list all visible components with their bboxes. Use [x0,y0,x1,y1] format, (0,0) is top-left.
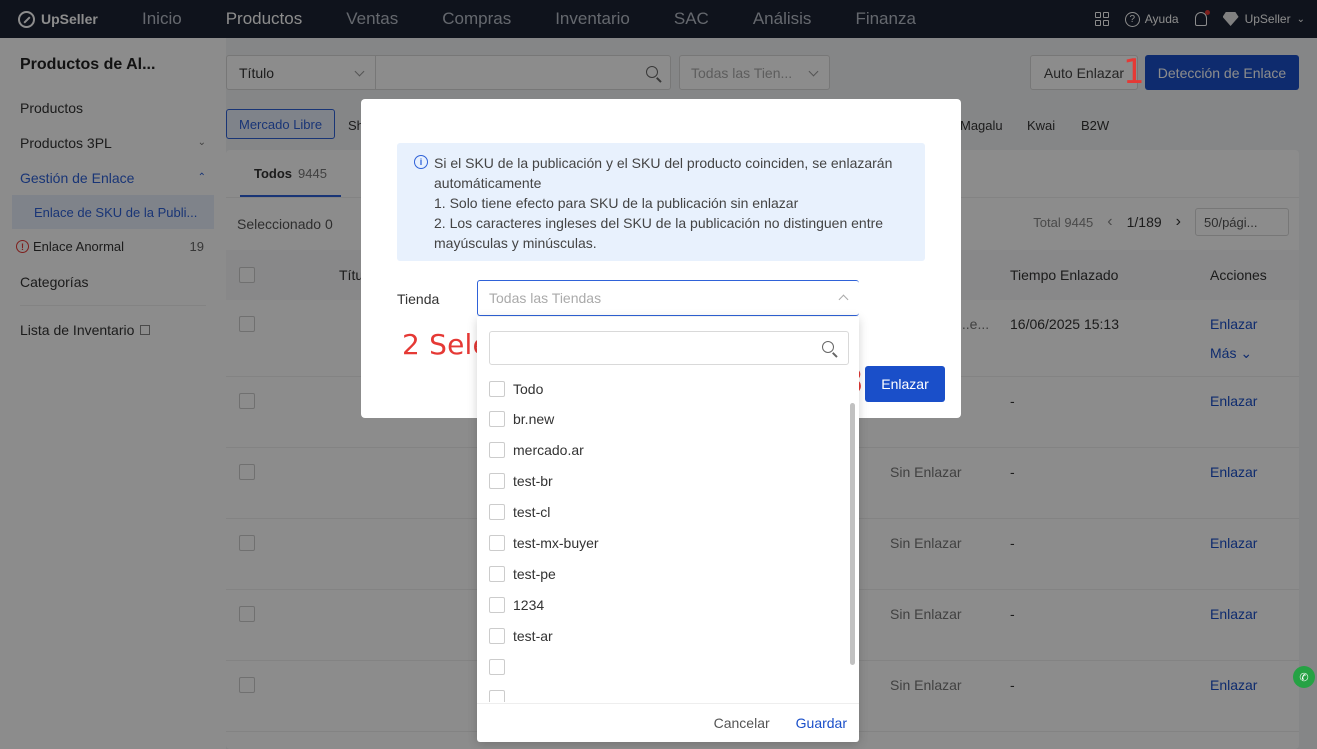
option-checkbox[interactable] [489,596,505,613]
store-option[interactable]: br.new [477,403,859,434]
store-option-list: Todo br.new mercado.ar test-br test-cl t… [477,374,859,702]
store-option-partial[interactable] [477,682,859,702]
option-checkbox[interactable] [489,472,505,489]
cancel-button[interactable]: Cancelar [714,715,770,731]
option-label: test-pe [513,565,556,582]
store-option[interactable]: test-ar [477,620,859,651]
option-label: test-mx-buyer [513,534,599,551]
annotation-step-1: 1 [1123,52,1145,92]
dropdown-footer: Cancelar Guardar [477,703,859,742]
whatsapp-chat-icon[interactable]: ✆ [1293,666,1315,688]
option-checkbox[interactable] [489,534,505,551]
store-option[interactable]: 1234 [477,589,859,620]
store-search-input[interactable] [489,331,849,365]
store-select[interactable]: Todas las Tiendas [477,280,859,316]
info-line-2: 1. Solo tiene efecto para SKU de la publ… [434,195,799,211]
option-checkbox[interactable] [489,689,505,702]
info-notice: i Si el SKU de la publicación y el SKU d… [397,143,925,261]
store-option[interactable]: test-br [477,465,859,496]
option-checkbox[interactable] [489,410,505,427]
option-checkbox[interactable] [489,627,505,644]
option-label: 1234 [513,596,545,613]
info-icon: i [414,155,428,169]
store-option-todo[interactable]: Todo [477,374,859,403]
store-dropdown: Todo br.new mercado.ar test-br test-cl t… [477,317,859,742]
option-label: test-cl [513,503,551,520]
option-label: mercado.ar [513,441,584,458]
option-label: br.new [513,410,555,427]
confirm-link-button[interactable]: Enlazar [865,366,945,402]
option-label: test-br [513,472,553,489]
search-icon [822,341,834,353]
option-label: Todo [513,380,544,397]
chevron-up-icon [838,294,849,305]
store-option[interactable]: test-cl [477,496,859,527]
store-option[interactable]: mercado.ar [477,434,859,465]
info-line-3: 2. Los caracteres ingleses del SKU de la… [434,215,884,251]
option-checkbox[interactable] [489,441,505,458]
dropdown-scrollbar[interactable] [850,403,855,665]
store-option[interactable] [477,651,859,682]
save-button[interactable]: Guardar [796,715,847,731]
store-option[interactable]: test-mx-buyer [477,527,859,558]
option-label: test-ar [513,627,553,644]
option-checkbox[interactable] [489,503,505,520]
store-option[interactable]: test-pe [477,558,859,589]
store-select-placeholder: Todas las Tiendas [489,290,602,306]
option-checkbox[interactable] [489,380,505,397]
option-checkbox[interactable] [489,658,505,675]
option-checkbox[interactable] [489,565,505,582]
info-line-1: Si el SKU de la publicación y el SKU del… [434,155,893,191]
store-label: Tienda [397,291,440,307]
